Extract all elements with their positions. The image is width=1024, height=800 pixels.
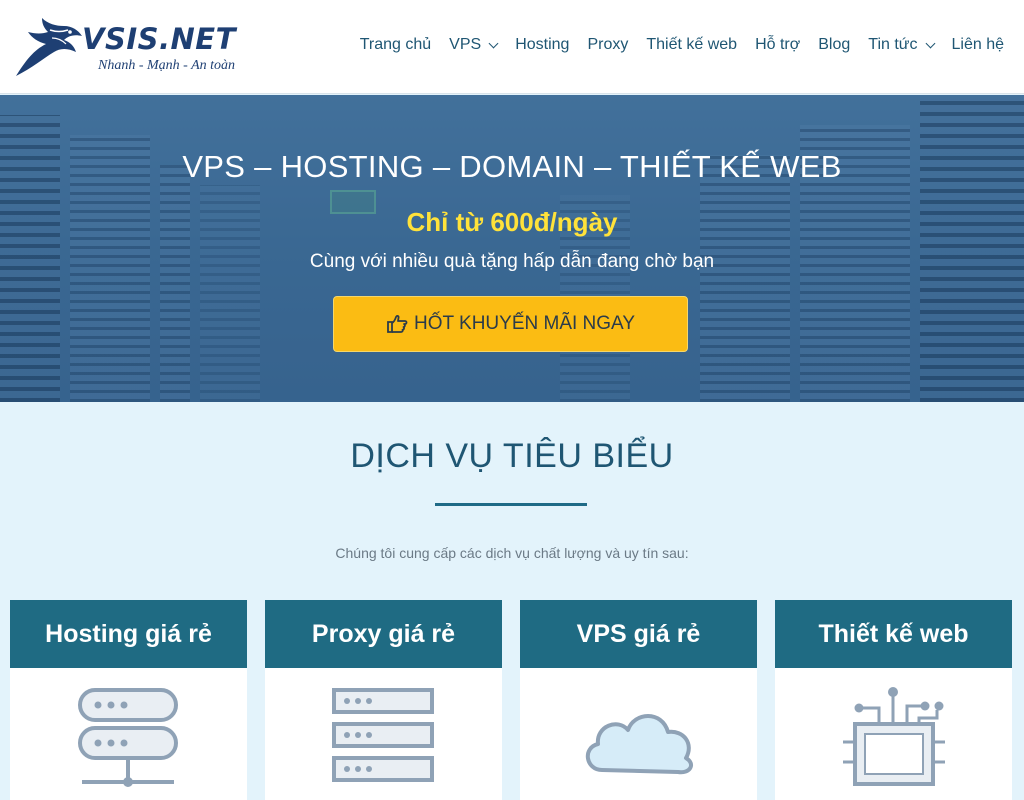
- nav-label: VPS: [449, 36, 482, 53]
- logo-slogan: Nhanh - Mạnh - An toàn: [98, 58, 236, 73]
- service-card-hosting[interactable]: Hosting giá rẻ: [10, 600, 247, 800]
- cloud-icon: [586, 714, 694, 775]
- nav-label: Liên hệ: [951, 36, 1005, 53]
- promo-cta-label: HỐT KHUYẾN MÃI NGAY: [414, 313, 635, 334]
- hero-subtitle: Cùng với nhiều quà tặng hấp dẫn đang chờ…: [309, 251, 715, 272]
- nav-label: Hỗ trợ: [755, 36, 801, 53]
- circuit-monitor-icon: [843, 687, 945, 786]
- main-nav: Trang chủ VPS Hosting Proxy Thiết kế web…: [360, 36, 1004, 54]
- nav-item-lien-he[interactable]: Liên hệ: [952, 36, 1005, 54]
- nav-item-blog[interactable]: Blog: [818, 36, 850, 54]
- chevron-down-icon: [925, 38, 935, 48]
- nav-label: Proxy: [587, 36, 629, 53]
- card-title: Hosting giá rẻ: [10, 600, 247, 668]
- services-title: DỊCH VỤ TIÊU BIỂU: [350, 437, 674, 475]
- service-card-proxy[interactable]: Proxy giá rẻ: [265, 600, 502, 800]
- nav-item-trang-chu[interactable]: Trang chủ: [360, 36, 431, 54]
- promo-cta-button[interactable]: HỐT KHUYẾN MÃI NGAY: [333, 296, 688, 352]
- title-divider: [435, 503, 587, 506]
- server-network-icon: [78, 688, 178, 787]
- nav-label: Blog: [818, 36, 851, 53]
- services-description: Chúng tôi cung cấp các dịch vụ chất lượn…: [335, 545, 689, 561]
- nav-label: Thiết kế web: [646, 36, 738, 53]
- card-title: VPS giá rẻ: [520, 600, 757, 668]
- logo-brand-name: VSIS.NET: [82, 22, 236, 56]
- nav-item-tin-tuc[interactable]: Tin tức: [868, 36, 935, 54]
- service-card-vps[interactable]: VPS giá rẻ: [520, 600, 757, 800]
- nav-label: Hosting: [515, 36, 570, 53]
- card-title: Proxy giá rẻ: [265, 600, 502, 668]
- hand-pointer-icon: [387, 315, 408, 333]
- nav-item-hosting[interactable]: Hosting: [515, 36, 569, 54]
- nav-label: Tin tức: [868, 36, 918, 53]
- nav-item-ho-tro[interactable]: Hỗ trợ: [755, 36, 800, 54]
- nav-item-thiet-ke-web[interactable]: Thiết kế web: [646, 36, 737, 54]
- card-title: Thiết kế web: [775, 600, 1012, 668]
- site-logo[interactable]: VSIS.NET Nhanh - Mạnh - An toàn: [12, 16, 242, 80]
- lion-logo-icon: [16, 18, 82, 76]
- hero-banner: VPS – HOSTING – DOMAIN – THIẾT KẾ WEB Ch…: [0, 95, 1024, 402]
- service-card-web-design[interactable]: Thiết kế web: [775, 600, 1012, 800]
- nav-item-proxy[interactable]: Proxy: [587, 36, 628, 54]
- hero-title: VPS – HOSTING – DOMAIN – THIẾT KẾ WEB: [182, 149, 842, 184]
- site-header: VSIS.NET Nhanh - Mạnh - An toàn Trang ch…: [0, 0, 1024, 94]
- chevron-down-icon: [488, 38, 499, 48]
- nav-label: Trang chủ: [359, 36, 432, 53]
- hero-overlay: [0, 95, 1024, 402]
- nav-item-vps[interactable]: VPS: [449, 36, 499, 54]
- server-stack-icon: [332, 688, 434, 782]
- hero-price: Chỉ từ 600đ/ngày: [406, 207, 618, 237]
